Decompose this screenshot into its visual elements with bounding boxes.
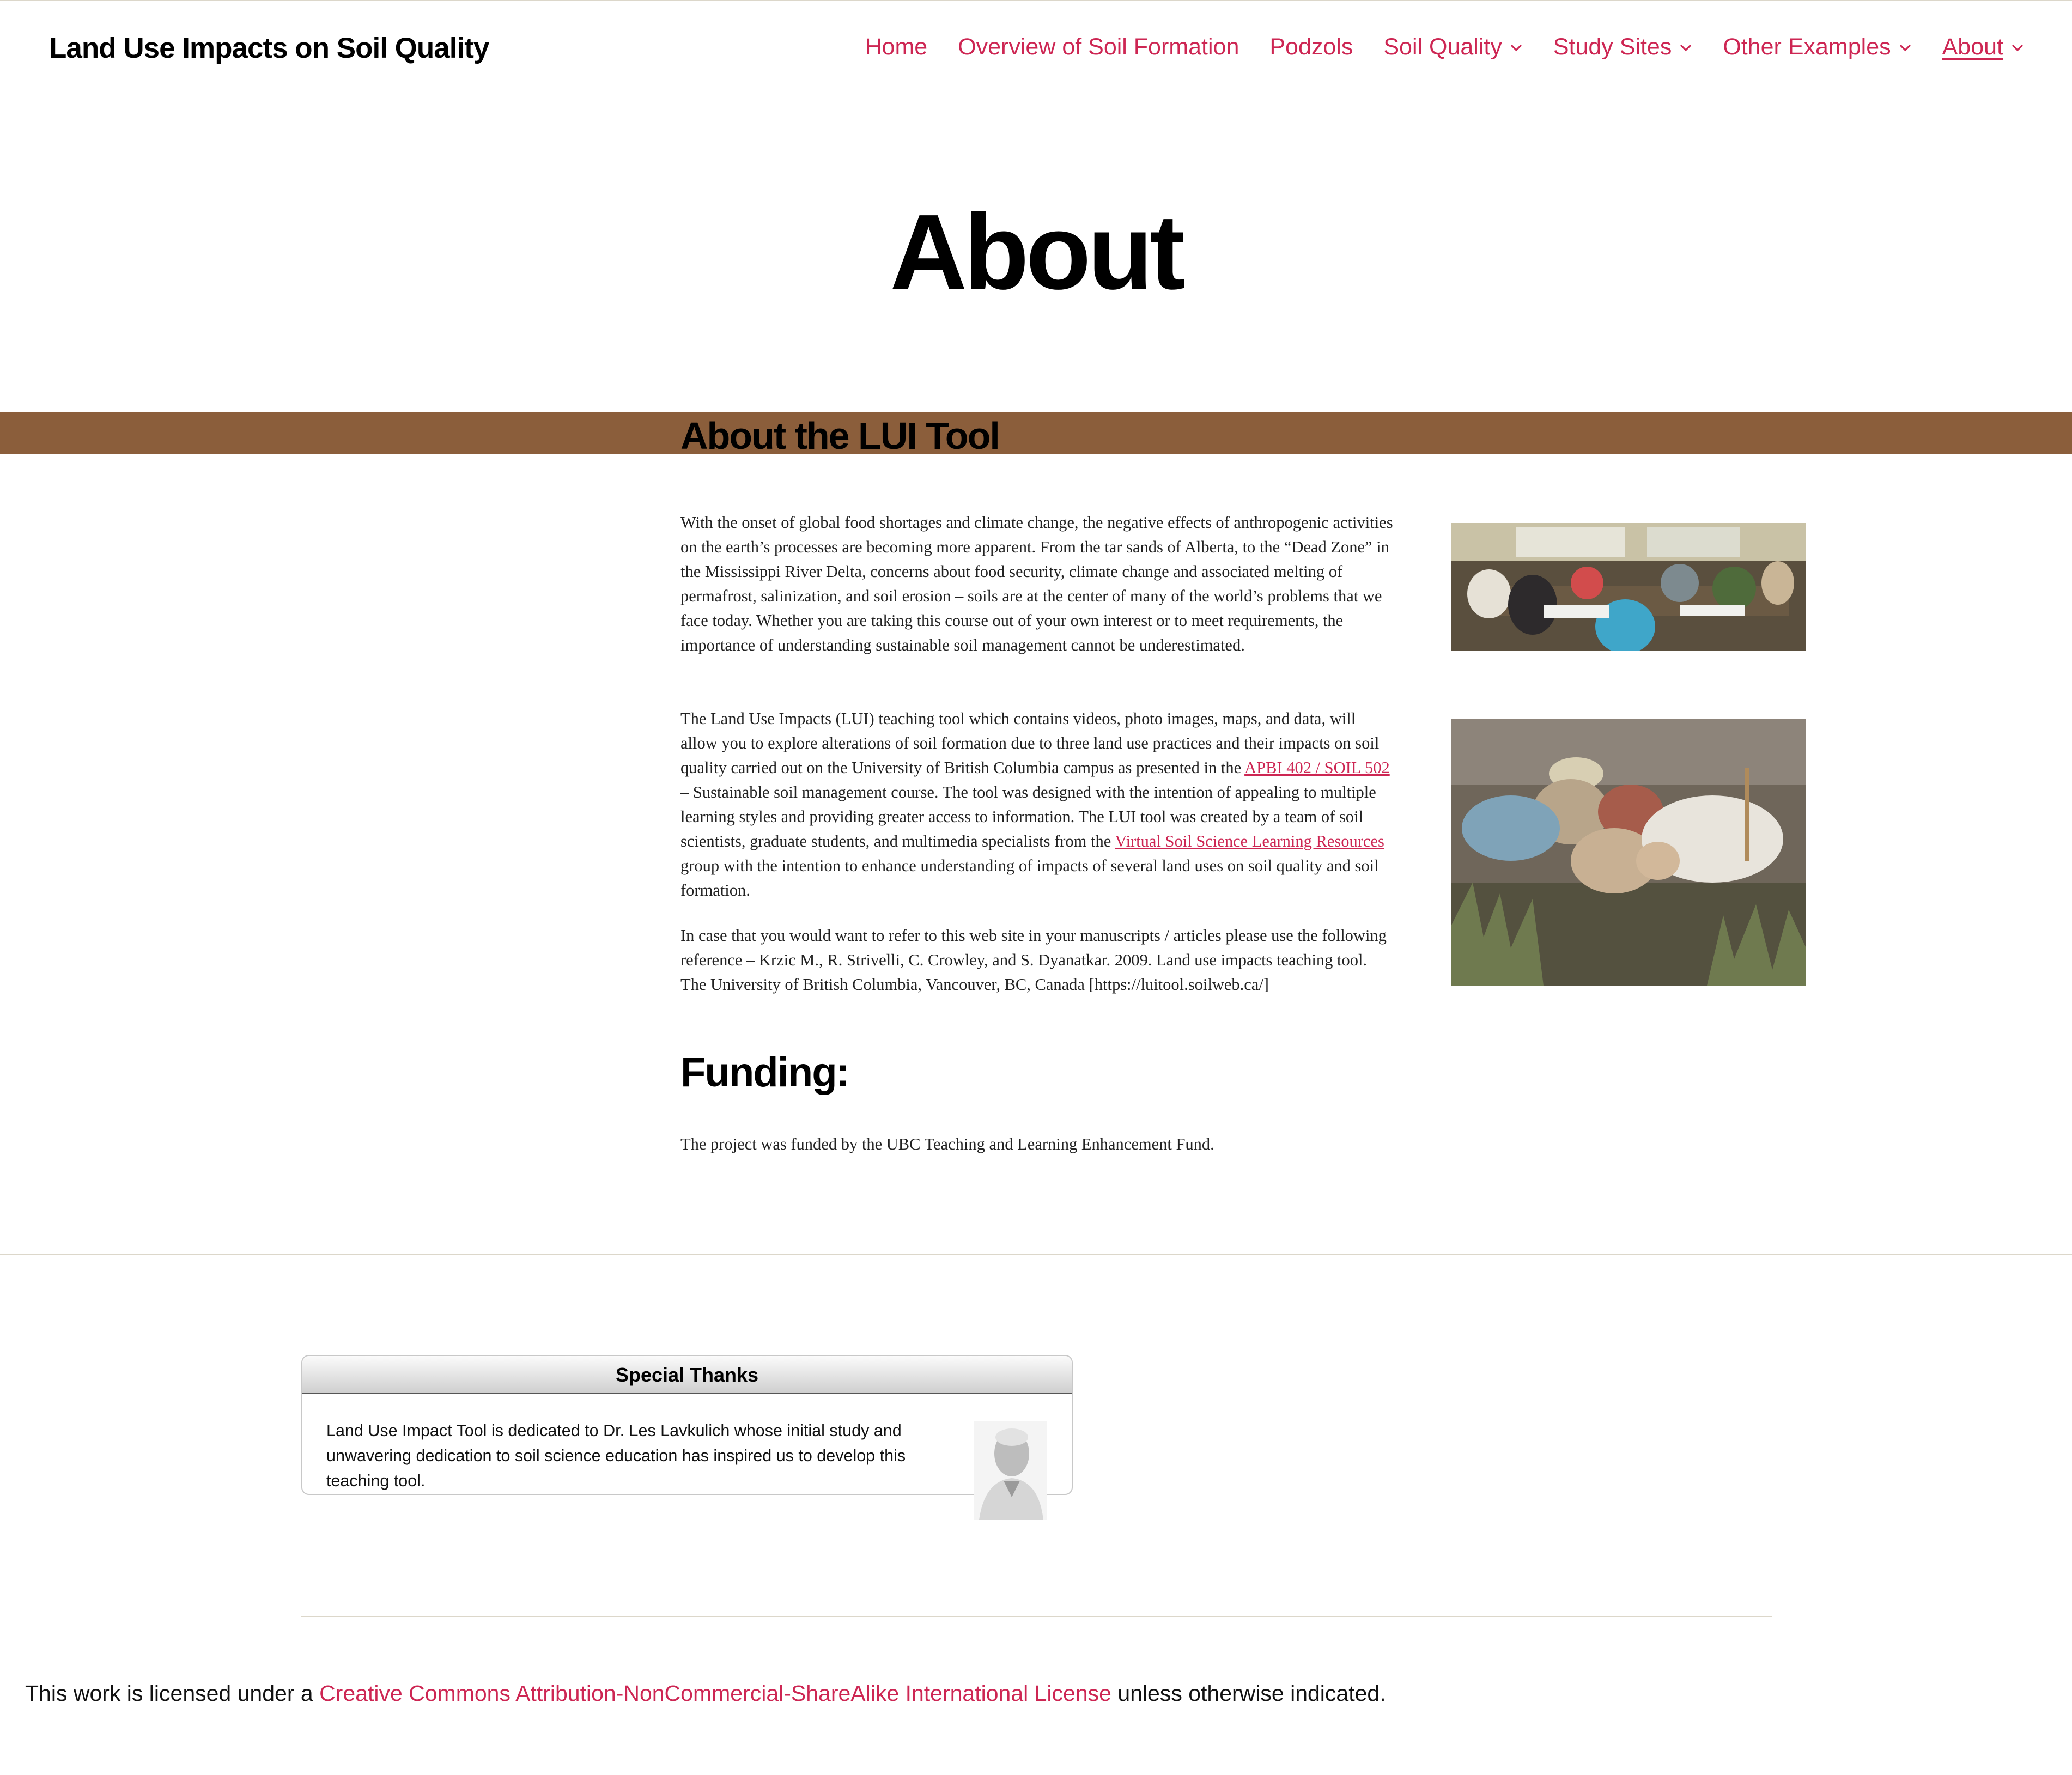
field-work-photo <box>1451 719 1806 986</box>
nav-item-podzols[interactable]: Podzols <box>1269 34 1353 60</box>
nav-item-soil-quality[interactable]: Soil Quality <box>1383 34 1522 60</box>
top-border <box>0 0 2072 1</box>
funding-heading: Funding: <box>680 1049 850 1096</box>
site-title[interactable]: Land Use Impacts on Soil Quality <box>49 32 489 65</box>
footer-text: This work is licensed under a <box>25 1681 320 1706</box>
nav-item-label: Podzols <box>1269 34 1353 60</box>
primary-nav: Home Overview of Soil Formation Podzols … <box>865 34 2024 60</box>
chevron-down-icon[interactable] <box>2011 41 2024 54</box>
chevron-down-icon[interactable] <box>1510 41 1523 54</box>
section-heading: About the LUI Tool <box>680 415 1000 457</box>
chevron-down-icon[interactable] <box>1679 41 1692 54</box>
virtual-soil-science-link[interactable]: Virtual Soil Science Learning Resources <box>1115 832 1384 850</box>
nav-item-label: Other Examples <box>1723 34 1891 60</box>
nav-item-label: Study Sites <box>1553 34 1672 60</box>
classroom-photo <box>1451 523 1806 651</box>
special-thanks-title: Special Thanks <box>302 1356 1072 1394</box>
nav-item-label: Soil Quality <box>1383 34 1502 60</box>
nav-item-other-examples[interactable]: Other Examples <box>1723 34 1911 60</box>
citation-paragraph: In case that you would want to refer to … <box>680 926 1387 994</box>
lui-tool-paragraph: The Land Use Impacts (LUI) teaching tool… <box>680 707 1394 903</box>
nav-item-study-sites[interactable]: Study Sites <box>1553 34 1693 60</box>
intro-paragraph: With the onset of global food shortages … <box>680 513 1393 654</box>
special-thanks-box: Special Thanks Land Use Impact Tool is d… <box>301 1355 1073 1495</box>
special-thanks-text: Land Use Impact Tool is dedicated to Dr.… <box>326 1421 906 1490</box>
nav-item-label: Home <box>865 34 928 60</box>
portrait-photo <box>974 1421 1047 1520</box>
nav-item-label: Overview of Soil Formation <box>958 34 1239 60</box>
footer-text: unless otherwise indicated. <box>1111 1681 1386 1706</box>
nav-item-label: About <box>1942 34 2003 60</box>
nav-item-overview-of-soil-formation[interactable]: Overview of Soil Formation <box>958 34 1239 60</box>
license-link[interactable]: Creative Commons Attribution-NonCommerci… <box>319 1681 1111 1706</box>
apbi-course-link[interactable]: APBI 402 / SOIL 502 <box>1244 758 1390 777</box>
license-footer: This work is licensed under a Creative C… <box>25 1681 1386 1706</box>
nav-item-home[interactable]: Home <box>865 34 927 60</box>
page-title: About <box>890 192 1186 312</box>
paragraph-text: group with the intention to enhance unde… <box>680 856 1379 899</box>
chevron-down-icon[interactable] <box>1899 41 1912 54</box>
section-band <box>0 412 2072 454</box>
funding-text: The project was funded by the UBC Teachi… <box>680 1135 1214 1153</box>
divider <box>0 1254 2072 1255</box>
nav-item-about[interactable]: About <box>1942 34 2024 60</box>
divider <box>301 1616 1772 1617</box>
